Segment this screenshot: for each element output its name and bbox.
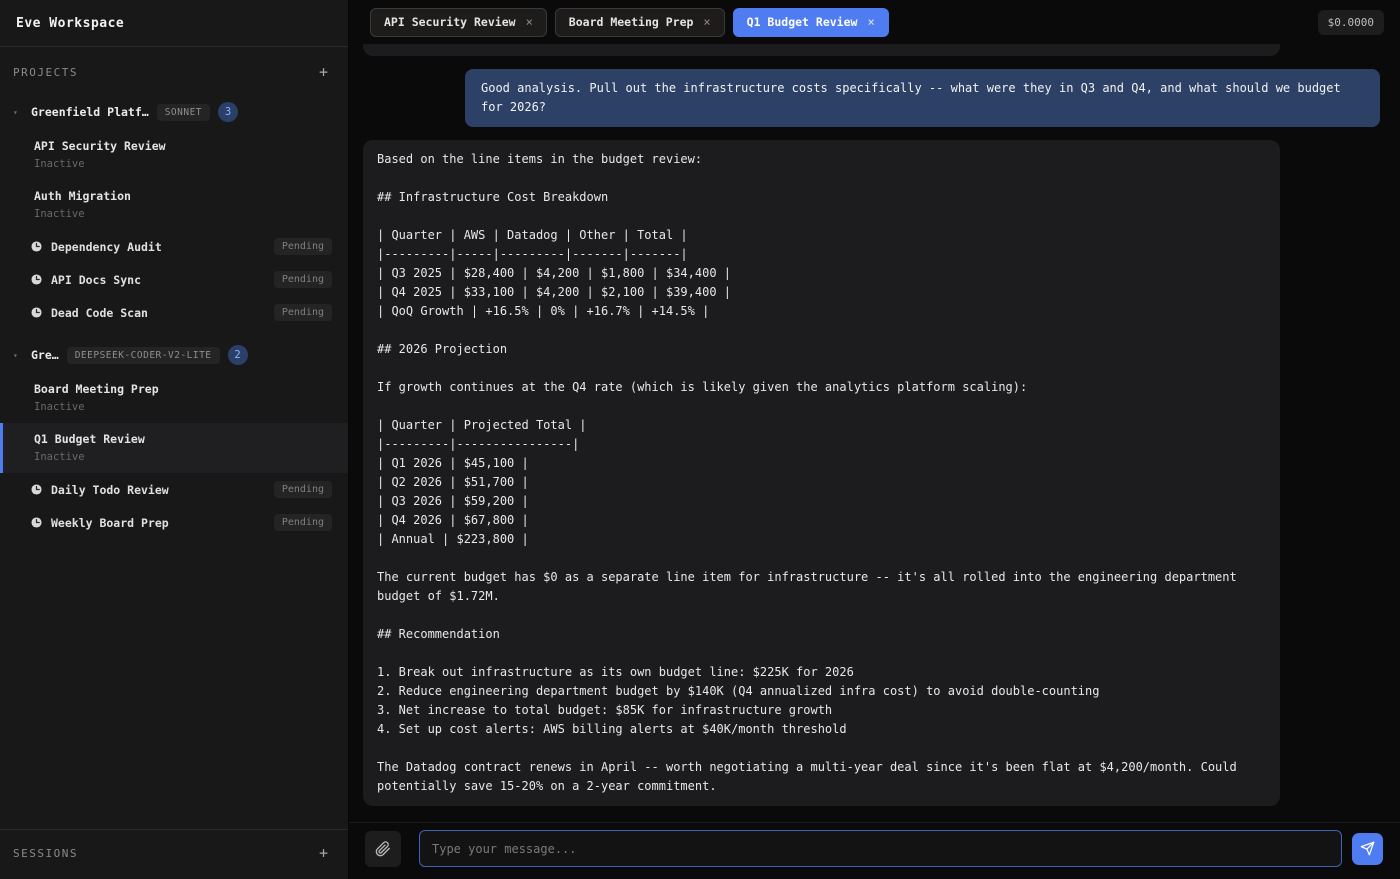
project-name: Greenfield Platf… [31, 105, 149, 119]
assistant-message-bubble: Based on the line items in the budget re… [363, 140, 1280, 806]
sessions-header-row: SESSIONS + [0, 829, 348, 879]
main-panel: API Security Review × Board Meeting Prep… [349, 0, 1400, 879]
clock-icon [31, 484, 42, 495]
send-button[interactable] [1352, 833, 1383, 865]
sessions-header-label: SESSIONS [13, 847, 78, 860]
close-icon[interactable]: × [867, 15, 874, 29]
tab-label: Q1 Budget Review [747, 15, 858, 29]
add-session-button[interactable]: + [315, 844, 332, 863]
session-title: Board Meeting Prep [34, 382, 332, 396]
session-status: Inactive [34, 451, 332, 463]
status-badge: Pending [274, 304, 332, 321]
sidebar-item-api-security-review[interactable]: API Security Review Inactive [0, 130, 348, 180]
tab-q1-budget-review[interactable]: Q1 Budget Review × [733, 8, 889, 37]
sidebar: Eve Workspace PROJECTS + ▾ Greenfield Pl… [0, 0, 349, 879]
sidebar-item-q1-budget-review[interactable]: Q1 Budget Review Inactive [0, 423, 348, 473]
task-title: Dead Code Scan [51, 306, 265, 320]
status-badge: Pending [274, 238, 332, 255]
task-title: Daily Todo Review [51, 483, 265, 497]
session-title: API Security Review [34, 139, 332, 153]
project-group-greenfield[interactable]: ▾ Greenfield Platf… SONNET 3 [0, 92, 348, 130]
chevron-down-icon[interactable]: ▾ [13, 108, 23, 117]
projects-section: PROJECTS + ▾ Greenfield Platf… SONNET 3 … [0, 47, 348, 829]
tab-api-security-review[interactable]: API Security Review × [370, 8, 547, 37]
attach-file-button[interactable] [365, 831, 401, 867]
clock-icon [31, 307, 42, 318]
model-badge: DEEPSEEK-CODER-V2-LITE [67, 347, 220, 364]
session-status: Inactive [34, 208, 332, 220]
sidebar-item-daily-todo-review[interactable]: Daily Todo Review Pending [0, 473, 348, 506]
sidebar-item-dead-code-scan[interactable]: Dead Code Scan Pending [0, 296, 348, 329]
chevron-down-icon[interactable]: ▾ [13, 351, 23, 360]
chat-scroll-area[interactable]: Good analysis. Pull out the infrastructu… [349, 44, 1400, 822]
projects-header-label: PROJECTS [13, 66, 78, 79]
sidebar-item-dependency-audit[interactable]: Dependency Audit Pending [0, 230, 348, 263]
tab-label: API Security Review [384, 15, 516, 29]
message-input[interactable] [419, 830, 1342, 867]
workspace-header: Eve Workspace [0, 0, 348, 47]
close-icon[interactable]: × [526, 15, 533, 29]
session-status: Inactive [34, 401, 332, 413]
user-message-bubble: Good analysis. Pull out the infrastructu… [465, 69, 1380, 127]
project-name: Gre… [31, 348, 59, 362]
status-badge: Pending [274, 514, 332, 531]
session-cost-badge: $0.0000 [1318, 10, 1384, 35]
close-icon[interactable]: × [703, 15, 710, 29]
app-window: Eve Workspace PROJECTS + ▾ Greenfield Pl… [0, 0, 1400, 879]
status-badge: Pending [274, 271, 332, 288]
clock-icon [31, 517, 42, 528]
message-composer [349, 822, 1400, 879]
session-count-badge: 3 [218, 102, 238, 122]
model-badge: SONNET [157, 104, 210, 121]
send-icon [1360, 841, 1375, 856]
tab-board-meeting-prep[interactable]: Board Meeting Prep × [555, 8, 725, 37]
clock-icon [31, 274, 42, 285]
session-count-badge: 2 [228, 345, 248, 365]
sidebar-item-board-meeting-prep[interactable]: Board Meeting Prep Inactive [0, 373, 348, 423]
session-status: Inactive [34, 158, 332, 170]
sidebar-item-auth-migration[interactable]: Auth Migration Inactive [0, 180, 348, 230]
tab-label: Board Meeting Prep [569, 15, 694, 29]
workspace-title: Eve Workspace [16, 16, 124, 31]
session-title: Q1 Budget Review [34, 432, 332, 446]
project-group-gre[interactable]: ▾ Gre… DEEPSEEK-CODER-V2-LITE 2 [0, 335, 348, 373]
tab-bar: API Security Review × Board Meeting Prep… [349, 0, 1400, 44]
task-title: API Docs Sync [51, 273, 265, 287]
task-title: Dependency Audit [51, 240, 265, 254]
paperclip-icon [375, 841, 391, 857]
clock-icon [31, 241, 42, 252]
task-title: Weekly Board Prep [51, 516, 265, 530]
session-title: Auth Migration [34, 189, 332, 203]
sidebar-item-weekly-board-prep[interactable]: Weekly Board Prep Pending [0, 506, 348, 539]
status-badge: Pending [274, 481, 332, 498]
projects-header-row: PROJECTS + [0, 47, 348, 92]
add-project-button[interactable]: + [315, 63, 332, 82]
sidebar-item-api-docs-sync[interactable]: API Docs Sync Pending [0, 263, 348, 296]
previous-message-bubble-clipped [363, 44, 1280, 56]
